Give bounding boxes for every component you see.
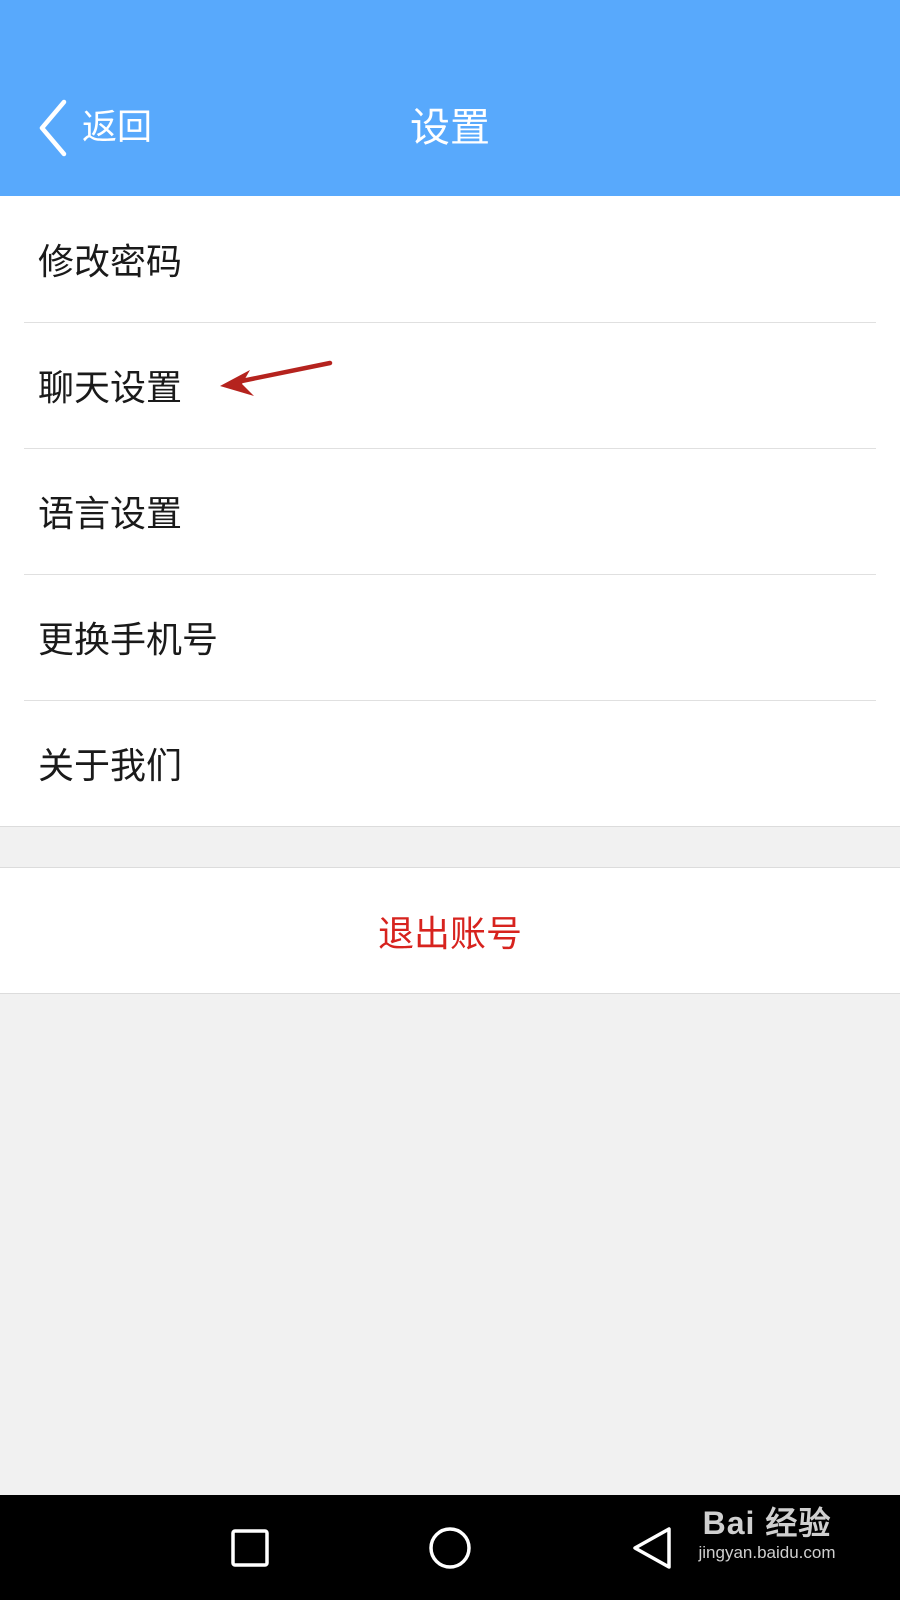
watermark: Bai 经验 jingyan.baidu.com xyxy=(682,1503,852,1563)
menu-item-label: 关于我们 xyxy=(38,746,183,787)
home-button[interactable] xyxy=(422,1520,478,1576)
logout-button[interactable]: 退出账号 xyxy=(0,867,900,994)
menu-item-label: 更换手机号 xyxy=(38,620,219,661)
menu-item-label: 修改密码 xyxy=(38,242,183,283)
home-icon xyxy=(429,1527,471,1569)
watermark-url: jingyan.baidu.com xyxy=(698,1543,836,1562)
page-title: 设置 xyxy=(410,105,490,151)
menu-item-about-us[interactable]: 关于我们 xyxy=(0,700,900,826)
logout-label: 退出账号 xyxy=(377,913,522,955)
menu-item-language-settings[interactable]: 语言设置 xyxy=(0,448,900,574)
watermark-logo: Bai 经验 xyxy=(702,1505,832,1541)
back-triangle-icon xyxy=(633,1527,671,1569)
back-nav-button[interactable] xyxy=(624,1520,680,1576)
menu-item-change-password[interactable]: 修改密码 xyxy=(0,196,900,322)
header-bar: 返回 设置 xyxy=(0,0,900,196)
menu-item-change-phone[interactable]: 更换手机号 xyxy=(0,574,900,700)
menu-item-chat-settings[interactable]: 聊天设置 xyxy=(0,322,900,448)
menu-item-label: 聊天设置 xyxy=(38,368,183,409)
recent-apps-button[interactable] xyxy=(222,1520,278,1576)
settings-menu: 修改密码 聊天设置 语言设置 更换手机号 关于我们 xyxy=(0,196,900,827)
menu-item-label: 语言设置 xyxy=(38,494,183,535)
recent-apps-icon xyxy=(231,1529,269,1567)
settings-screen: 返回 设置 修改密码 聊天设置 语言设置 更换手机号 关于我们 退出账号 Bai… xyxy=(0,0,900,1600)
system-nav-bar: Bai 经验 jingyan.baidu.com xyxy=(0,1495,900,1600)
